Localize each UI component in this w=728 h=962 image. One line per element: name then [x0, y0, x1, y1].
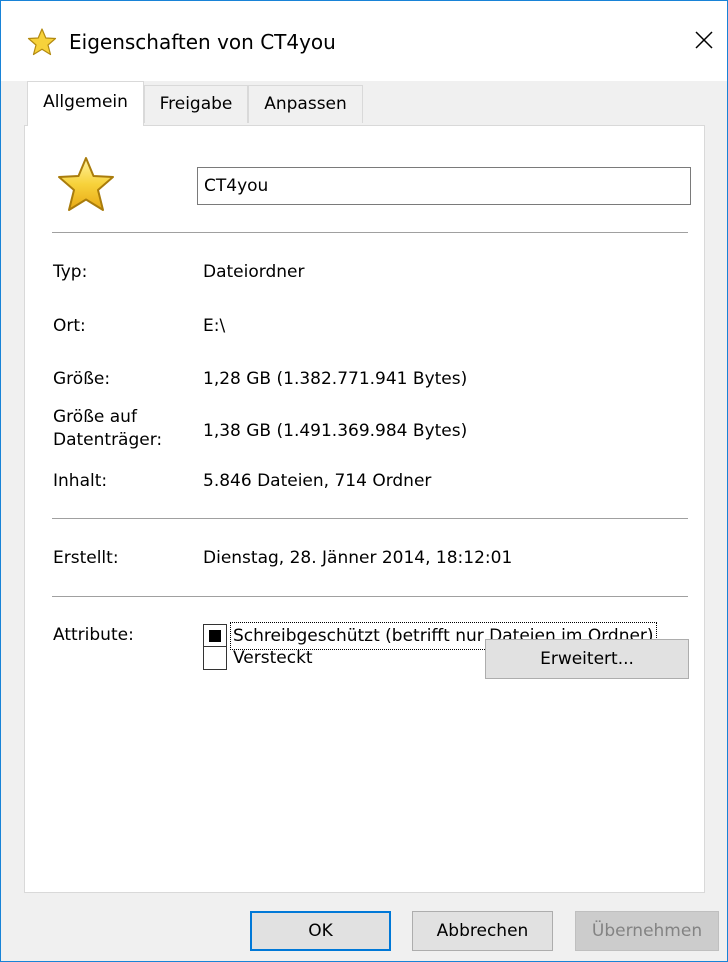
disk-size-value: 1,38 GB (1.491.369.984 Bytes)	[203, 421, 468, 441]
close-button[interactable]	[681, 17, 727, 63]
disk-size-label-line1: Größe auf	[53, 407, 137, 427]
location-value: E:\	[203, 316, 226, 336]
hidden-checkbox[interactable]	[203, 646, 227, 670]
size-label: Größe:	[53, 369, 111, 389]
cancel-button[interactable]: Abbrechen	[412, 911, 553, 951]
separator	[52, 518, 688, 519]
window-title: Eigenschaften von CT4you	[69, 30, 336, 54]
separator	[52, 232, 688, 233]
created-label: Erstellt:	[53, 548, 119, 568]
properties-window: Eigenschaften von CT4you Allgemein Freig…	[0, 0, 728, 962]
disk-size-label-line2: Datenträger:	[53, 430, 163, 450]
created-value: Dienstag, 28. Jänner 2014, 18:12:01	[203, 548, 513, 568]
size-value: 1,28 GB (1.382.771.941 Bytes)	[203, 369, 468, 389]
star-folder-icon	[56, 154, 116, 214]
title-bar[interactable]: Eigenschaften von CT4you	[1, 1, 727, 81]
apply-button: Übernehmen	[575, 911, 719, 951]
type-value: Dateiordner	[203, 262, 305, 282]
tab-anpassen[interactable]: Anpassen	[248, 85, 363, 123]
close-icon	[695, 31, 713, 49]
separator	[52, 596, 688, 597]
hidden-label: Versteckt	[233, 648, 313, 668]
content-label: Inhalt:	[53, 471, 108, 491]
attributes-label: Attribute:	[53, 625, 134, 645]
type-label: Typ:	[53, 262, 88, 282]
star-icon	[27, 27, 57, 57]
advanced-button[interactable]: Erweitert...	[485, 639, 689, 679]
ok-button[interactable]: OK	[250, 911, 391, 951]
general-panel: Typ: Dateiordner Ort: E:\ Größe: 1,28 GB…	[24, 125, 705, 893]
indeterminate-mark	[209, 630, 221, 642]
content-value: 5.846 Dateien, 714 Ordner	[203, 471, 432, 491]
location-label: Ort:	[53, 316, 86, 336]
tab-allgemein[interactable]: Allgemein	[27, 81, 144, 126]
hidden-checkbox-row[interactable]: Versteckt	[203, 645, 315, 671]
folder-name-input[interactable]	[197, 167, 691, 205]
tab-freigabe[interactable]: Freigabe	[144, 85, 248, 123]
